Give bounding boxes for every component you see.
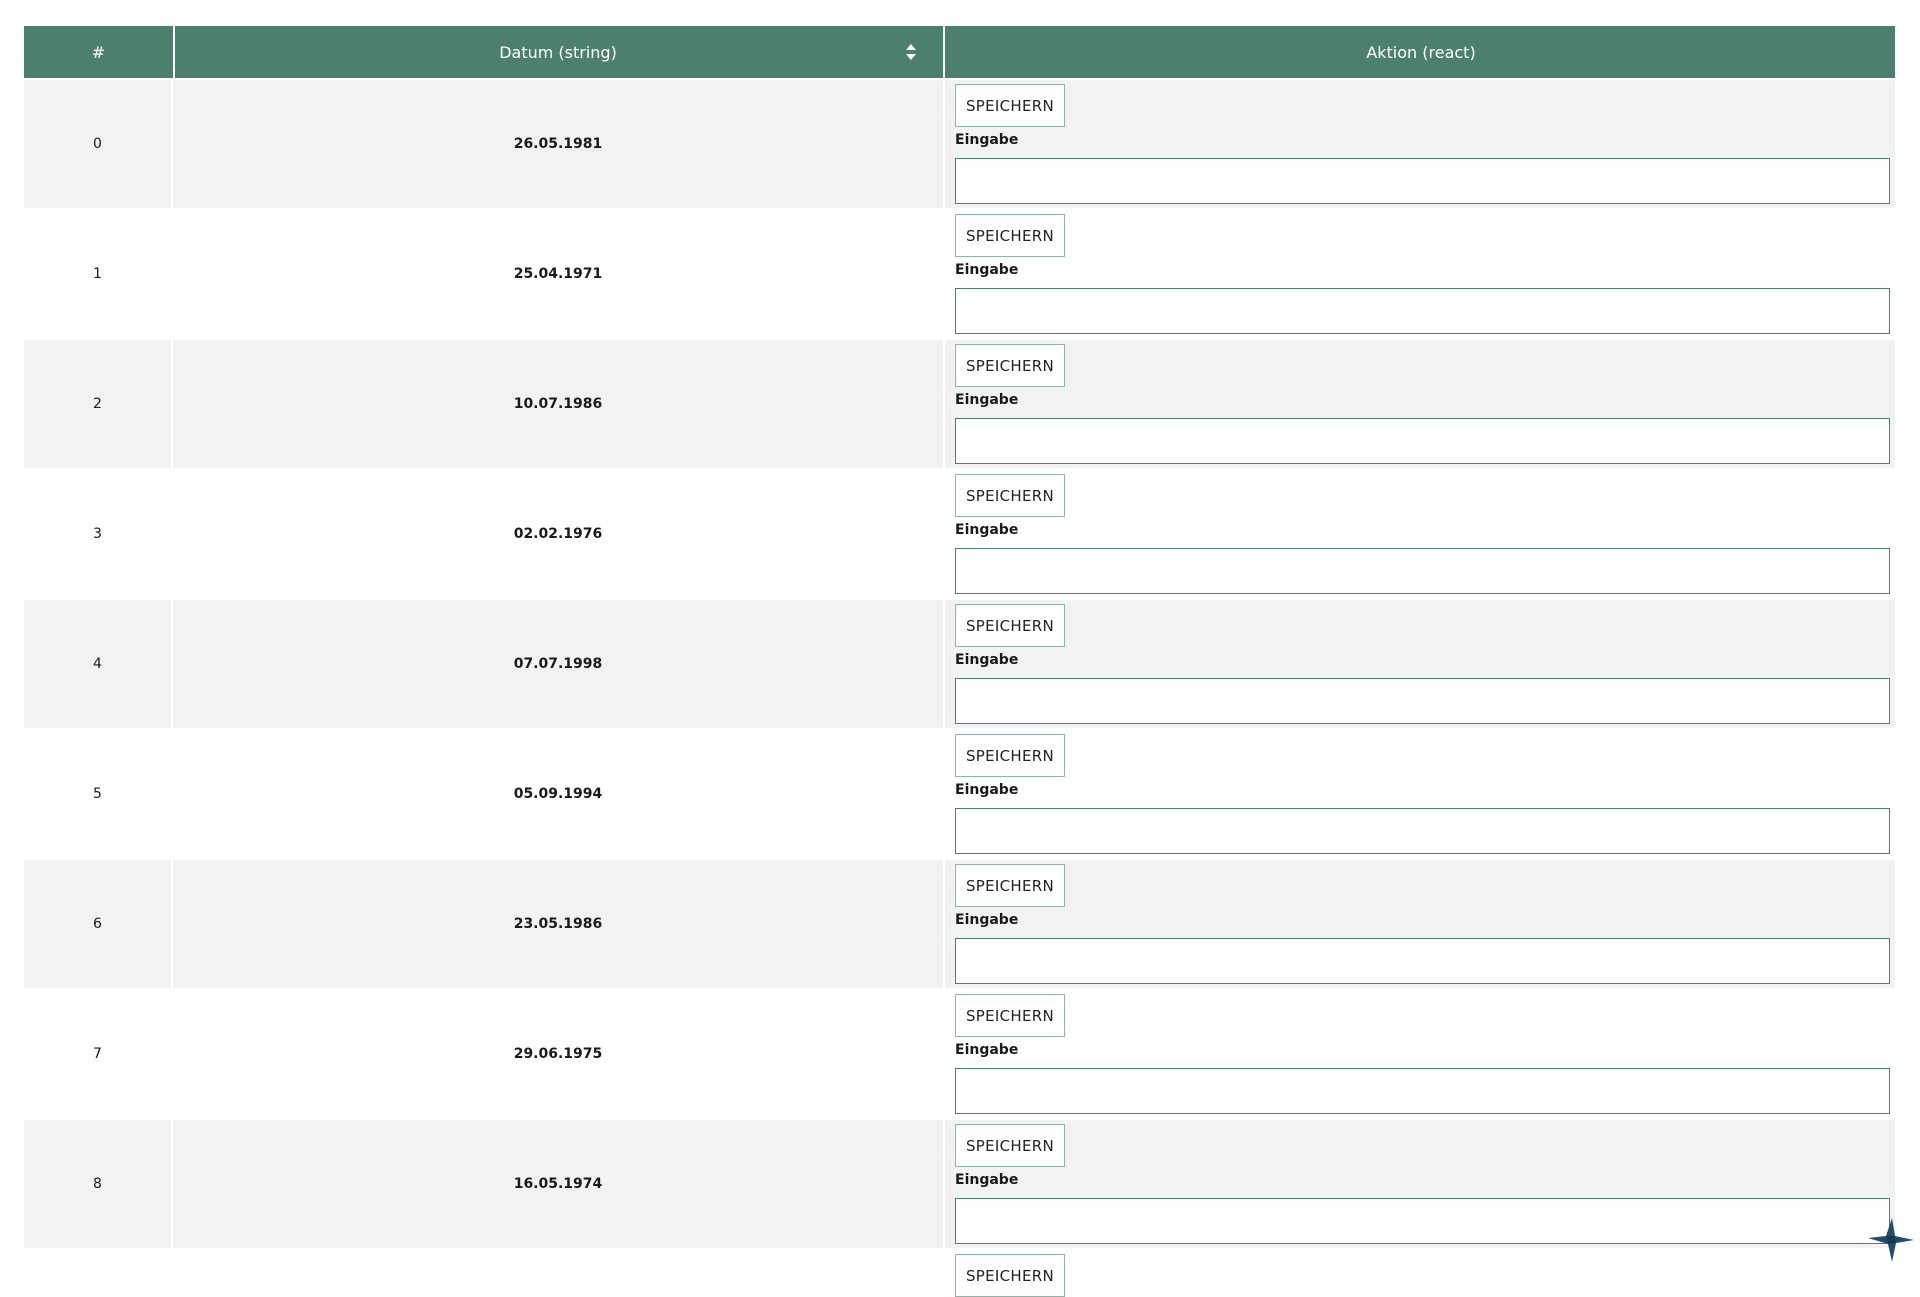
row-date-cell: 23.05.1986 [173, 860, 943, 988]
column-header-action-label: Aktion (react) [1366, 42, 1476, 62]
input-label: Eingabe [955, 262, 1019, 278]
eingabe-input[interactable] [955, 938, 1890, 984]
row-date-cell: 16.05.1974 [173, 1120, 943, 1248]
row-date: 10.07.1986 [513, 396, 603, 412]
input-label: Eingabe [955, 652, 1019, 668]
row-date-cell: 07.07.1998 [173, 600, 943, 728]
row-index: 6 [93, 916, 102, 932]
row-date-cell: 26.05.1981 [173, 80, 943, 208]
row-date: 16.05.1974 [513, 1176, 603, 1192]
row-index: 1 [93, 266, 102, 282]
row-date: 25.04.1971 [513, 266, 603, 282]
row-index: 5 [93, 786, 102, 802]
row-action-cell: SPEICHERN Eingabe [945, 1120, 1895, 1248]
row-action-cell: SPEICHERN Eingabe [945, 990, 1895, 1118]
table-row: 1 25.04.1971 SPEICHERN Eingabe [24, 208, 1895, 338]
row-date-cell: 05.09.1994 [173, 730, 943, 858]
row-index-cell: 1 [24, 210, 171, 338]
row-date: 29.06.1975 [513, 1046, 603, 1062]
row-index-cell: 8 [24, 1120, 171, 1248]
eingabe-input[interactable] [955, 1068, 1890, 1114]
sort-up-down-icon[interactable] [905, 42, 917, 62]
bird-logo-icon [1868, 1218, 1914, 1262]
row-date-cell: 10.07.1986 [173, 340, 943, 468]
row-index-cell: 6 [24, 860, 171, 988]
row-index-cell: 0 [24, 80, 171, 208]
row-index-cell: 4 [24, 600, 171, 728]
input-label: Eingabe [955, 1172, 1019, 1188]
row-action-cell: SPEICHERN Eingabe [945, 730, 1895, 858]
table-row: 4 07.07.1998 SPEICHERN Eingabe [24, 598, 1895, 728]
table-row: 7 29.06.1975 SPEICHERN Eingabe [24, 988, 1895, 1118]
row-date: 02.02.1976 [513, 526, 603, 542]
table-header: # Datum (string) Aktion (react) [24, 26, 1895, 78]
eingabe-input[interactable] [955, 678, 1890, 724]
row-date: 26.05.1981 [513, 136, 603, 152]
save-button[interactable]: SPEICHERN [955, 734, 1065, 777]
save-button[interactable]: SPEICHERN [955, 344, 1065, 387]
input-label: Eingabe [955, 782, 1019, 798]
eingabe-input[interactable] [955, 158, 1890, 204]
eingabe-input[interactable] [955, 548, 1890, 594]
row-index: 2 [93, 396, 102, 412]
table-row: 3 02.02.1976 SPEICHERN Eingabe [24, 468, 1895, 598]
eingabe-input[interactable] [955, 1198, 1890, 1244]
save-button[interactable]: SPEICHERN [955, 864, 1065, 907]
row-date-cell: 02.02.1976 [173, 470, 943, 598]
row-index: 3 [93, 526, 102, 542]
table-row: 0 26.05.1981 SPEICHERN Eingabe [24, 78, 1895, 208]
row-action-cell: SPEICHERN Eingabe [945, 340, 1895, 468]
row-date-cell: 25.04.1971 [173, 210, 943, 338]
input-label: Eingabe [955, 1042, 1019, 1058]
row-date: 07.07.1998 [513, 656, 603, 672]
row-index-cell: 3 [24, 470, 171, 598]
row-action-cell: SPEICHERN Eingabe [945, 80, 1895, 208]
table-row: 6 23.05.1986 SPEICHERN Eingabe [24, 858, 1895, 988]
column-header-date-label: Datum (string) [499, 42, 617, 62]
row-action-cell: SPEICHERN Eingabe [945, 470, 1895, 598]
row-index: 7 [93, 1046, 102, 1062]
row-index-cell: 2 [24, 340, 171, 468]
row-index: 0 [93, 136, 102, 152]
column-header-date[interactable]: Datum (string) [173, 26, 945, 78]
input-label: Eingabe [955, 132, 1019, 148]
row-date-cell: 29.06.1975 [173, 990, 943, 1118]
column-header-index-label: # [91, 42, 106, 62]
save-button[interactable]: SPEICHERN [955, 994, 1065, 1037]
table-row-partial: SPEICHERN [24, 1248, 1895, 1297]
row-date: 05.09.1994 [513, 786, 603, 802]
row-index: 8 [93, 1176, 102, 1192]
save-button[interactable]: SPEICHERN [955, 604, 1065, 647]
save-button[interactable]: SPEICHERN [955, 1124, 1065, 1167]
table-row: 2 10.07.1986 SPEICHERN Eingabe [24, 338, 1895, 468]
column-header-action: Aktion (react) [947, 26, 1895, 78]
input-label: Eingabe [955, 912, 1019, 928]
save-button[interactable]: SPEICHERN [955, 214, 1065, 257]
row-index-cell: 5 [24, 730, 171, 858]
save-button[interactable]: SPEICHERN [955, 84, 1065, 127]
input-label: Eingabe [955, 522, 1019, 538]
eingabe-input[interactable] [955, 288, 1890, 334]
table-row: 5 05.09.1994 SPEICHERN Eingabe [24, 728, 1895, 858]
data-table: # Datum (string) Aktion (react) 0 26.05.1… [24, 26, 1895, 1297]
eingabe-input[interactable] [955, 808, 1890, 854]
input-label: Eingabe [955, 392, 1019, 408]
save-button[interactable]: SPEICHERN [955, 474, 1065, 517]
row-date: 23.05.1986 [513, 916, 603, 932]
eingabe-input[interactable] [955, 418, 1890, 464]
row-index-cell: 7 [24, 990, 171, 1118]
row-action-cell: SPEICHERN Eingabe [945, 860, 1895, 988]
column-header-index: # [24, 26, 175, 78]
save-button[interactable]: SPEICHERN [955, 1254, 1065, 1297]
row-index: 4 [93, 656, 102, 672]
row-action-cell: SPEICHERN Eingabe [945, 600, 1895, 728]
table-body: 0 26.05.1981 SPEICHERN Eingabe 1 25.04.1971 SP… [24, 78, 1895, 1297]
row-action-cell: SPEICHERN Eingabe [945, 210, 1895, 338]
table-row: 8 16.05.1974 SPEICHERN Eingabe [24, 1118, 1895, 1248]
